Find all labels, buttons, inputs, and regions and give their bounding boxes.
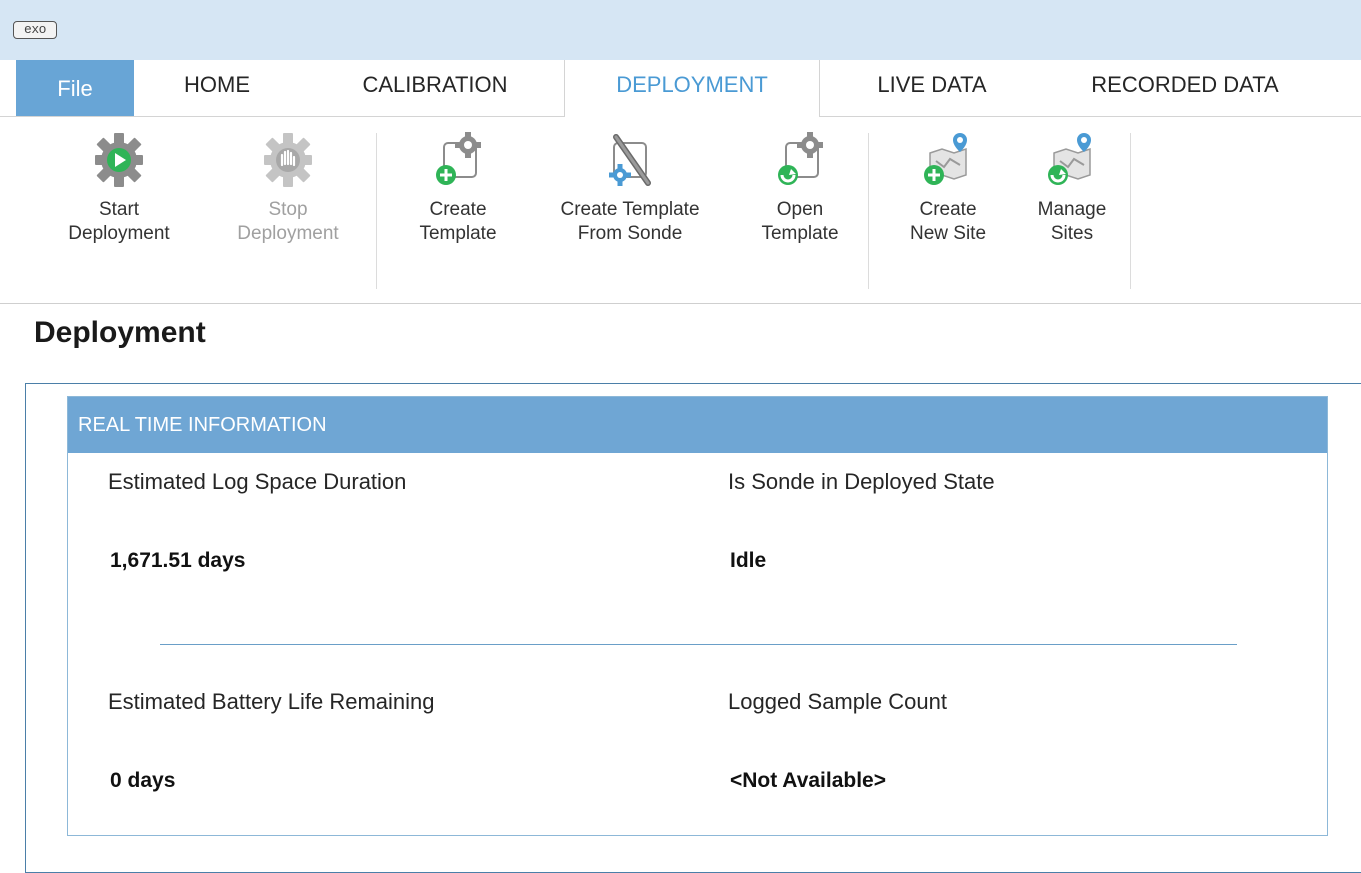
page-title: Deployment xyxy=(34,316,206,349)
open-template-label-line1: Open xyxy=(776,199,824,220)
title-bar: exo xyxy=(0,0,1361,60)
open-template-icon xyxy=(772,131,828,189)
create-template-icon xyxy=(430,131,486,189)
start-deployment-label-line2: Deployment xyxy=(68,223,170,244)
manage-sites-label-line2: Sites xyxy=(1050,223,1094,244)
logged-sample-count-value: <Not Available> xyxy=(730,769,887,792)
ribbon-separator xyxy=(376,133,377,289)
open-template-label-line2: Template xyxy=(761,223,839,244)
battery-life-label: Estimated Battery Life Remaining xyxy=(108,689,435,714)
ribbon-separator xyxy=(868,133,869,289)
stop-deployment-button[interactable]: Stop Deployment xyxy=(208,131,368,271)
deployed-state-label: Is Sonde in Deployed State xyxy=(728,469,995,494)
tab-home[interactable]: HOME xyxy=(152,60,282,116)
logged-sample-count-label: Logged Sample Count xyxy=(728,689,947,714)
start-deployment-icon xyxy=(91,131,147,189)
create-new-site-button[interactable]: Create New Site xyxy=(880,131,1016,271)
ribbon-separator xyxy=(1130,133,1131,289)
deployed-state-value: Idle xyxy=(730,549,767,572)
start-deployment-label-line1: Start xyxy=(98,199,140,220)
manage-sites-label-line1: Manage xyxy=(1037,199,1107,220)
tab-deployment[interactable]: DEPLOYMENT xyxy=(564,60,820,117)
exo-logo: exo xyxy=(13,21,57,39)
create-new-site-label-line2: New Site xyxy=(909,223,987,244)
ribbon-toolbar: Start Deployment Stop Deployment Create … xyxy=(0,117,1361,304)
create-template-from-sonde-icon xyxy=(602,131,658,189)
stop-deployment-label-line1: Stop xyxy=(268,199,308,220)
tab-recorded-data[interactable]: RECORDED DATA xyxy=(1060,60,1310,116)
stop-deployment-icon xyxy=(260,131,316,189)
panel-divider xyxy=(160,644,1237,645)
ribbon-tab-bar: File HOME CALIBRATION DEPLOYMENT LIVE DA… xyxy=(0,60,1361,117)
open-template-button[interactable]: Open Template xyxy=(738,131,862,271)
panel-header: REAL TIME INFORMATION xyxy=(68,397,1327,453)
create-template-from-sonde-label-line1: Create Template xyxy=(560,199,700,220)
tab-calibration[interactable]: CALIBRATION xyxy=(330,60,540,116)
create-template-label-line2: Template xyxy=(419,223,497,244)
manage-sites-icon xyxy=(1044,131,1100,189)
create-template-label-line1: Create xyxy=(429,199,487,220)
start-deployment-button[interactable]: Start Deployment xyxy=(44,131,194,271)
stop-deployment-label-line2: Deployment xyxy=(237,223,339,244)
tab-file[interactable]: File xyxy=(16,60,134,116)
create-template-button[interactable]: Create Template xyxy=(388,131,528,271)
log-space-duration-label: Estimated Log Space Duration xyxy=(108,469,407,494)
manage-sites-button[interactable]: Manage Sites xyxy=(1020,131,1124,271)
real-time-information-panel: REAL TIME INFORMATION Estimated Log Spac… xyxy=(67,396,1328,836)
create-new-site-icon xyxy=(920,131,976,189)
battery-life-value: 0 days xyxy=(110,769,176,792)
create-template-from-sonde-button[interactable]: Create Template From Sonde xyxy=(532,131,728,271)
log-space-duration-value: 1,671.51 days xyxy=(110,549,246,572)
create-new-site-label-line1: Create xyxy=(919,199,977,220)
create-template-from-sonde-label-line2: From Sonde xyxy=(577,223,683,244)
tab-live-data[interactable]: LIVE DATA xyxy=(852,60,1012,116)
